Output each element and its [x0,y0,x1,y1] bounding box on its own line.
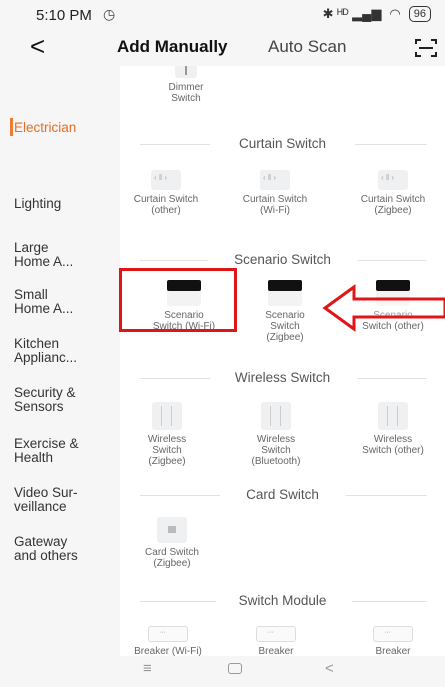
back-nav-icon[interactable]: < [325,660,334,677]
section-curtain-switch: Curtain Switch [120,136,445,152]
wifi-icon: ◠ [389,6,401,21]
device-wireless-bluetooth[interactable]: Wireless Switch (Bluetooth) [222,402,330,467]
device-wireless-other[interactable]: Wireless Switch (other) [339,402,445,456]
wireless-switch-image [261,402,291,430]
card-switch-image [157,517,187,543]
device-breaker-other[interactable]: ··· Breaker [339,626,445,656]
status-time: 5:10 PM [36,7,92,24]
device-label: Breaker (Wi-Fi) [134,646,202,656]
sidebar-item-small-home[interactable]: Small Home A... [14,288,118,316]
device-list: Dimmer Switch Curtain Switch ‹ ‖ › Curta… [120,66,445,656]
home-icon[interactable] [228,663,242,674]
section-title: Curtain Switch [238,136,327,151]
section-title: Wireless Switch [234,370,331,385]
sidebar-item-exercise[interactable]: Exercise & Health [14,437,118,465]
category-sidebar: Electrician Lighting Large Home A... Sma… [0,66,120,656]
device-label: Breaker [375,646,411,656]
wireless-switch-image [378,402,408,430]
section-switch-module: Switch Module [120,593,445,609]
device-label: Curtain Switch (other) [133,194,199,216]
active-indicator [10,118,13,136]
tab-auto-scan[interactable]: Auto Scan [268,37,346,57]
top-nav: < Add Manually Auto Scan [0,30,445,66]
curtain-switch-image: ‹ ‖ › [151,170,181,190]
sidebar-item-security[interactable]: Security & Sensors [14,386,118,414]
device-breaker-wifi[interactable]: ··· Breaker (Wi-Fi) [120,626,222,656]
device-breaker[interactable]: ··· Breaker [222,626,330,656]
device-curtain-wifi[interactable]: ‹ ‖ › Curtain Switch (Wi-Fi) [221,170,329,216]
status-icons: ✱ ᴴᴰ ▂▄▆ ◠ 96 [323,6,431,22]
dimmer-switch-image [175,66,197,78]
scan-icon[interactable] [415,38,437,58]
sidebar-item-lighting[interactable]: Lighting [14,197,118,211]
system-nav-bar: ≡ < [0,656,445,687]
sidebar-item-kitchen[interactable]: Kitchen Applianc... [14,337,118,365]
sidebar-item-large-home[interactable]: Large Home A... [14,241,118,269]
back-button[interactable]: < [30,32,45,60]
device-curtain-other[interactable]: ‹ ‖ › Curtain Switch (other) [120,170,220,216]
section-wireless-switch: Wireless Switch [120,370,445,386]
device-label: Breaker [258,646,294,656]
device-wireless-zigbee[interactable]: Wireless Switch (Zigbee) [120,402,221,467]
device-label: Curtain Switch (Wi-Fi) [242,194,308,216]
device-dimmer-switch[interactable]: Dimmer Switch [132,66,240,104]
scenario-switch-image [268,280,302,306]
battery-icon: 96 [408,6,431,22]
section-title: Switch Module [238,593,327,608]
device-label: Wireless Switch (other) [362,434,424,456]
status-bar: 5:10 PM ◷ ✱ ᴴᴰ ▂▄▆ ◠ 96 [0,0,445,30]
section-scenario-switch: Scenario Switch [120,252,445,268]
sidebar-item-electrician[interactable]: Electrician [14,121,118,135]
highlight-box [119,268,237,332]
menu-icon[interactable]: ≡ [143,660,152,677]
device-curtain-zigbee[interactable]: ‹ ‖ › Curtain Switch (Zigbee) [339,170,445,216]
sidebar-item-gateway[interactable]: Gateway and others [14,535,118,563]
curtain-switch-image: ‹ ‖ › [378,170,408,190]
alarm-icon: ◷ [103,6,116,22]
breaker-image: ··· [373,626,413,642]
red-arrow-annotation [322,284,445,332]
device-card-zigbee[interactable]: Card Switch (Zigbee) [120,517,226,569]
device-label: Wireless Switch (Bluetooth) [251,434,301,467]
device-label: Curtain Switch (Zigbee) [360,194,426,216]
device-label: Card Switch (Zigbee) [145,547,199,569]
sidebar-item-video[interactable]: Video Sur- veillance [14,486,118,514]
wireless-switch-image [152,402,182,430]
device-label: Dimmer Switch [168,82,204,104]
section-title: Scenario Switch [234,252,331,267]
section-title: Card Switch [246,487,319,502]
signal-icon: ✱ ᴴᴰ ▂▄▆ [322,6,382,21]
breaker-image: ··· [148,626,188,642]
device-label: Wireless Switch (Zigbee) [147,434,187,467]
section-card-switch: Card Switch [120,487,445,503]
curtain-switch-image: ‹ ‖ › [260,170,290,190]
breaker-image: ··· [256,626,296,642]
tab-add-manually[interactable]: Add Manually [117,37,228,57]
